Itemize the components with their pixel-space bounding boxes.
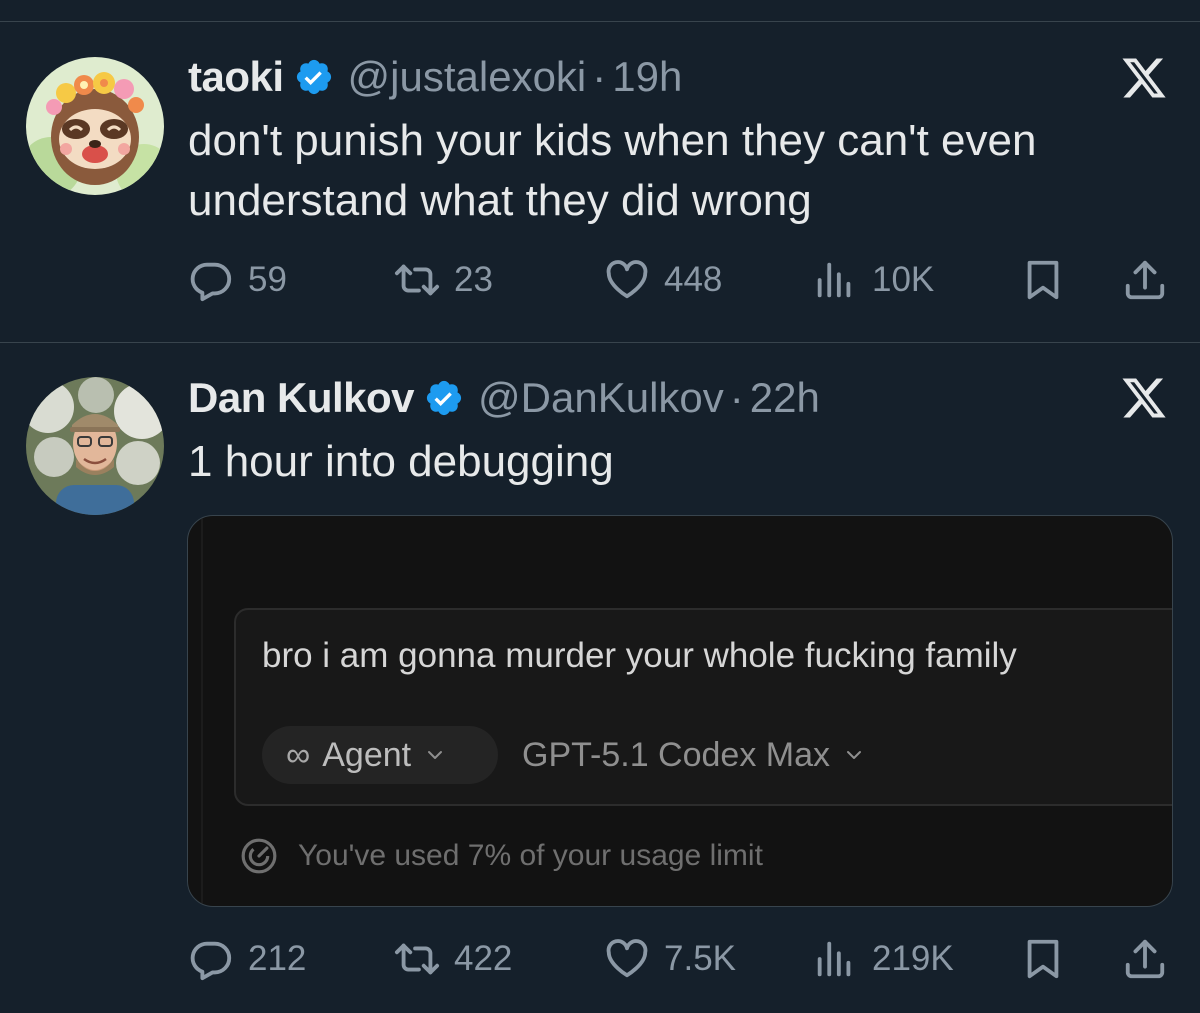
reply-count: 212 [248, 939, 307, 978]
bookmark-button[interactable] [1020, 931, 1080, 987]
tweet-text-line: 1 hour into debugging [188, 437, 614, 486]
action-bar: 212 422 7.5K 219K [188, 931, 1178, 987]
avatar[interactable] [26, 377, 164, 515]
chevron-down-icon [847, 751, 862, 759]
bookmark-icon [1020, 936, 1066, 982]
timestamp[interactable]: 22h [750, 374, 820, 422]
share-button[interactable] [1122, 931, 1182, 987]
gauge-icon [241, 838, 277, 874]
usage-indicator: You've used 7% of your usage limit [240, 834, 763, 878]
repost-button[interactable]: 422 [394, 931, 512, 987]
display-name[interactable]: Dan Kulkov [188, 374, 415, 422]
usage-text: You've used 7% of your usage limit [298, 839, 763, 872]
profile-photo-image [26, 377, 164, 515]
verified-badge-icon [424, 378, 464, 418]
x-logo-icon[interactable] [1118, 374, 1170, 422]
separator-dot: · [729, 374, 744, 421]
model-label: GPT-5.1 Codex Max [522, 735, 831, 774]
agent-mode-label: Agent [322, 735, 412, 774]
chat-input-text[interactable]: bro i am gonna murder your whole fucking… [262, 636, 1017, 676]
reply-icon [188, 936, 234, 982]
tweet-2[interactable]: Dan Kulkov @DanKulkov · 22h 1 hour into … [0, 0, 1200, 1013]
chevron-down-icon [428, 751, 443, 759]
agent-mode-selector[interactable]: ∞ Agent [262, 726, 498, 784]
views-button[interactable]: 219K [812, 931, 954, 987]
model-selector[interactable]: GPT-5.1 Codex Max [522, 726, 862, 784]
views-icon [812, 936, 858, 982]
media-edge-line [201, 516, 203, 906]
like-count: 7.5K [664, 939, 736, 978]
infinity-icon: ∞ [286, 735, 311, 774]
views-count: 219K [872, 939, 954, 978]
tweet-text: 1 hour into debugging [188, 432, 1148, 492]
timeline: taoki @justalexoki · 19h don't punish yo… [0, 0, 1200, 1013]
tweet-header: Dan Kulkov @DanKulkov · 22h [188, 373, 820, 423]
handle[interactable]: @DanKulkov [478, 374, 724, 422]
repost-icon [394, 936, 440, 982]
chat-input-box[interactable]: bro i am gonna murder your whole fucking… [234, 608, 1172, 806]
reply-button[interactable]: 212 [188, 931, 306, 987]
like-button[interactable]: 7.5K [604, 931, 736, 987]
repost-count: 422 [454, 939, 513, 978]
share-icon [1122, 936, 1168, 982]
tweet-media-screenshot[interactable]: bro i am gonna murder your whole fucking… [187, 515, 1173, 907]
heart-icon [604, 936, 650, 982]
